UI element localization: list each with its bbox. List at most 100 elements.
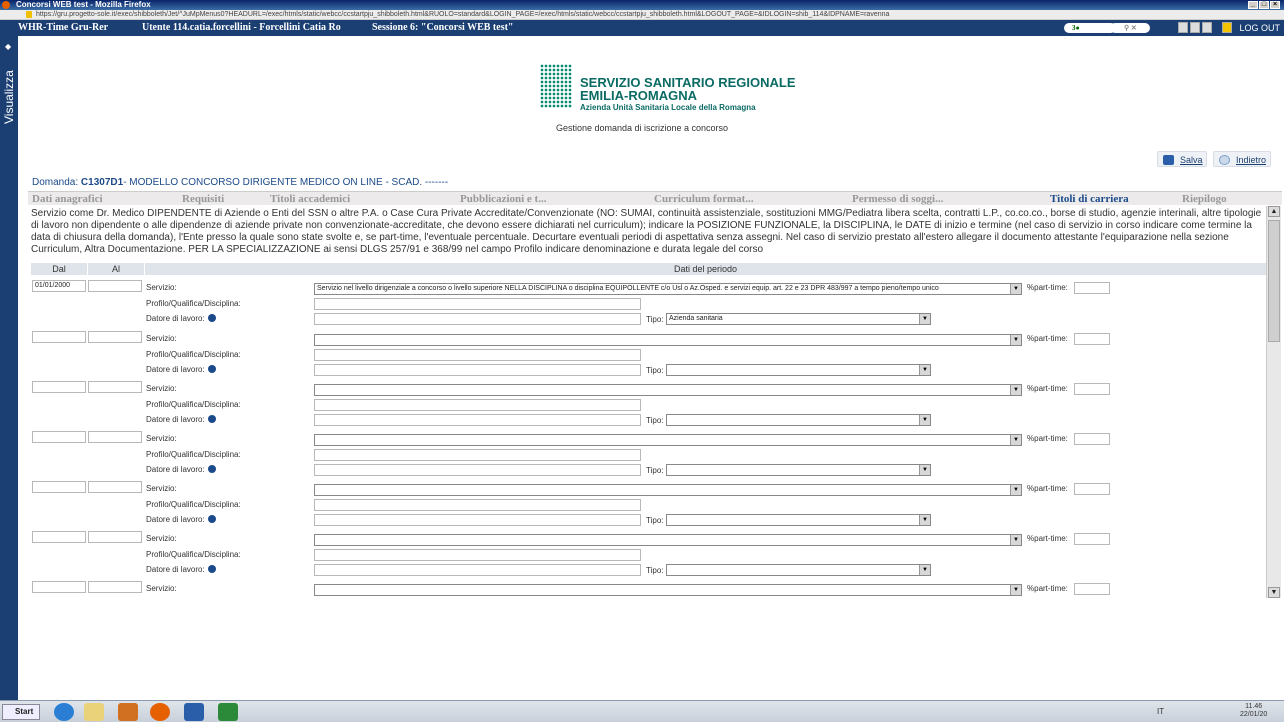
datore-label-text: Datore di lavoro:	[146, 314, 205, 323]
tab-curriculum[interactable]: Curriculum format...	[622, 192, 820, 206]
profilo-input[interactable]	[314, 449, 641, 461]
info-icon[interactable]	[207, 515, 216, 523]
parttime-input[interactable]	[1074, 583, 1110, 595]
servizio-select[interactable]: ▼	[314, 484, 1022, 496]
datore-input[interactable]	[314, 564, 641, 576]
minimize-button[interactable]: _	[1248, 1, 1258, 9]
info-icon[interactable]	[207, 314, 216, 322]
tab-titoli-carriera[interactable]: Titoli di carriera	[1018, 192, 1178, 206]
servizio-select[interactable]: ▼	[314, 334, 1022, 346]
save-button[interactable]: Salva	[1157, 151, 1207, 167]
servizio-value: Servizio nel livello dirigenziale a conc…	[317, 285, 939, 292]
datore-input[interactable]	[314, 414, 641, 426]
tab-titoli-accademici[interactable]: Titoli accademici	[270, 192, 430, 206]
parttime-input[interactable]	[1074, 433, 1110, 445]
parttime-input[interactable]	[1074, 483, 1110, 495]
close-button[interactable]: ×	[1270, 1, 1280, 9]
palette-icon[interactable]	[1190, 22, 1200, 33]
window-title: Concorsi WEB test - Mozilla Firefox	[16, 0, 151, 9]
toolbar-icons	[1178, 22, 1232, 33]
datore-input[interactable]	[314, 364, 641, 376]
dal-input[interactable]	[32, 431, 86, 443]
al-input[interactable]	[88, 581, 142, 593]
dal-input[interactable]	[32, 531, 86, 543]
scrollbar-thumb[interactable]	[1268, 220, 1280, 342]
section-description: Servizio come Dr. Medico DIPENDENTE di A…	[31, 208, 1262, 255]
servizio-select[interactable]: Servizio nel livello dirigenziale a conc…	[314, 283, 1022, 295]
settings-icon[interactable]	[1202, 22, 1212, 33]
datore-label: Datore di lavoro:	[146, 465, 216, 474]
profilo-input[interactable]	[314, 349, 641, 361]
start-button[interactable]: Start	[2, 704, 40, 720]
tipo-select[interactable]: Azienda sanitaria ▼	[666, 313, 931, 325]
al-input[interactable]	[88, 531, 142, 543]
dal-input[interactable]	[32, 581, 86, 593]
info-icon[interactable]	[207, 465, 216, 473]
address-bar[interactable]: https://gru.progetto-sole.it/exec/shibbo…	[0, 10, 1284, 20]
grid-icon[interactable]	[1178, 22, 1188, 33]
al-input[interactable]	[88, 431, 142, 443]
dal-input[interactable]	[32, 481, 86, 493]
profilo-input[interactable]	[314, 298, 641, 310]
parttime-input[interactable]	[1074, 282, 1110, 294]
language-indicator[interactable]: IT	[1157, 707, 1164, 716]
back-button[interactable]: Indietro	[1213, 151, 1271, 167]
profilo-input[interactable]	[314, 399, 641, 411]
profilo-input[interactable]	[314, 549, 641, 561]
datore-input[interactable]	[314, 514, 641, 526]
parttime-input[interactable]	[1074, 383, 1110, 395]
ie-icon[interactable]	[54, 703, 74, 721]
vertical-scrollbar[interactable]: ▲ ▼	[1266, 206, 1281, 598]
domanda-code: C1307D1	[80, 177, 124, 188]
tab-riepilogo[interactable]: Riepilogo	[1178, 192, 1278, 206]
profilo-input[interactable]	[314, 499, 641, 511]
scroll-up-icon[interactable]: ▲	[1268, 206, 1280, 217]
tipo-select[interactable]: ▼	[666, 464, 931, 476]
tab-pubblicazioni[interactable]: Pubblicazioni e t...	[430, 192, 622, 206]
al-input[interactable]	[88, 280, 142, 292]
servizio-select[interactable]: ▼	[314, 434, 1022, 446]
profilo-label: Profilo/Qualifica/Disciplina:	[146, 350, 241, 359]
tipo-select[interactable]: ▼	[666, 414, 931, 426]
tab-requisiti[interactable]: Requisiti	[162, 192, 270, 206]
tab-permesso[interactable]: Permesso di soggi...	[820, 192, 1018, 206]
tipo-select[interactable]: ▼	[666, 564, 931, 576]
al-input[interactable]	[88, 481, 142, 493]
parttime-input[interactable]	[1074, 333, 1110, 345]
datore-label-text: Datore di lavoro:	[146, 365, 205, 374]
tab-dati-anagrafici[interactable]: Dati anagrafici	[28, 192, 162, 206]
media-icon[interactable]	[118, 703, 138, 721]
status-pill[interactable]: 3●	[1064, 23, 1116, 33]
datore-input[interactable]	[314, 464, 641, 476]
servizio-select[interactable]: ▼	[314, 534, 1022, 546]
word-icon[interactable]	[184, 703, 204, 721]
maximize-button[interactable]: □	[1259, 1, 1269, 9]
search-icon: ⚲	[1124, 24, 1130, 32]
explorer-icon[interactable]	[84, 703, 104, 721]
al-input[interactable]	[88, 381, 142, 393]
datore-input[interactable]	[314, 313, 641, 325]
servizio-select[interactable]: ▼	[314, 384, 1022, 396]
firefox-taskbar-icon[interactable]	[150, 703, 170, 721]
dal-input[interactable]	[32, 381, 86, 393]
info-icon[interactable]	[207, 365, 216, 373]
logout-link[interactable]: LOG OUT	[1239, 20, 1280, 36]
scroll-down-icon[interactable]: ▼	[1268, 587, 1280, 598]
al-input[interactable]	[88, 331, 142, 343]
dal-input[interactable]: 01/01/2000	[32, 280, 86, 292]
folder-icon[interactable]	[1222, 22, 1232, 33]
tipo-select[interactable]: ▼	[666, 514, 931, 526]
search-pill[interactable]: ⚲ ✕	[1110, 23, 1150, 33]
excel-icon[interactable]	[218, 703, 238, 721]
info-icon[interactable]	[207, 565, 216, 573]
expand-arrow-icon: ◆	[5, 42, 12, 51]
tipo-select[interactable]: ▼	[666, 364, 931, 376]
column-header-dal: Dal	[31, 263, 87, 275]
dal-input[interactable]	[32, 331, 86, 343]
info-icon[interactable]	[207, 415, 216, 423]
side-panel-toggle[interactable]: ◆ Visualizza	[0, 36, 18, 700]
datore-label: Datore di lavoro:	[146, 515, 216, 524]
parttime-input[interactable]	[1074, 533, 1110, 545]
windows-taskbar: Start IT 11.46 22/01/20	[0, 700, 1284, 722]
servizio-select[interactable]: ▼	[314, 584, 1022, 596]
